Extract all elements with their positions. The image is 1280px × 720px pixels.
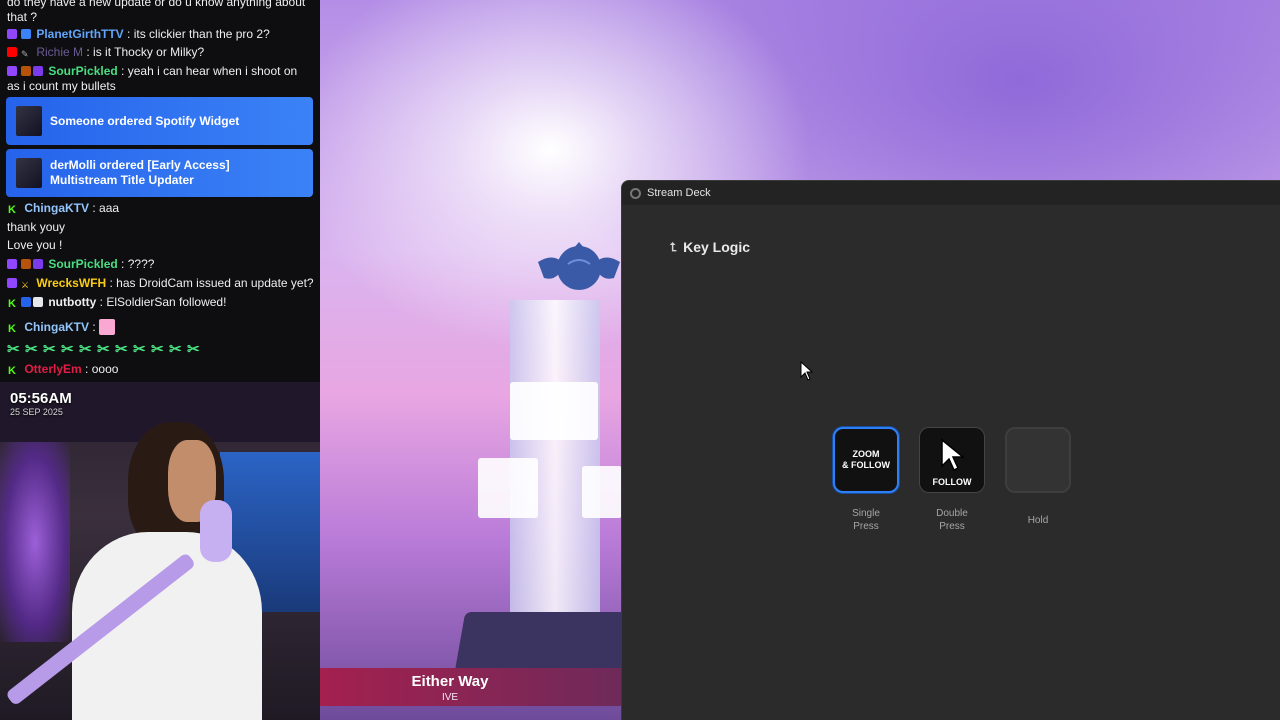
floating-panel: [582, 466, 622, 518]
event-thumbnail: [16, 158, 42, 188]
chat-message: PlanetGirthTTV : its clickier than the p…: [7, 27, 313, 42]
emote-icon: ✂: [7, 341, 20, 358]
moderator-badge-icon: [21, 297, 31, 307]
kick-icon: K: [7, 323, 17, 335]
badge-icon: [21, 66, 31, 76]
emote-icon: ✂: [133, 341, 146, 358]
single-press-key[interactable]: ZOOM & FOLLOW: [833, 427, 899, 493]
event-text: Someone ordered Spotify Widget: [50, 114, 240, 128]
webcam-feed: 05:56AM 25 SEP 2025: [0, 382, 320, 720]
chat-message: do they have a new update or do u know a…: [7, 0, 313, 25]
chat-username[interactable]: ChingaKTV: [24, 320, 89, 334]
chat-username[interactable]: OtterlyEm: [24, 362, 81, 376]
twitch-icon: [7, 259, 17, 269]
giant-book: [454, 612, 636, 672]
chat-message: K nutbotty : ElSoldierSan followed!: [7, 295, 227, 310]
chat-username[interactable]: SourPickled: [48, 64, 117, 78]
badge-icon: [21, 259, 31, 269]
chat-message-text: ElSoldierSan followed!: [106, 295, 227, 309]
chat-message: K ChingaKTV : aaa: [7, 201, 120, 216]
emote-icon: ✂: [61, 341, 74, 358]
event-alert: derMolli ordered [Early Access] Multistr…: [6, 149, 313, 197]
twitch-icon: [7, 29, 17, 39]
emote-icon: ✂: [187, 341, 200, 358]
controller-icon: [33, 66, 43, 76]
back-label: Key Logic: [683, 239, 750, 255]
chat-message-text: has DroidCam issued an update yet?: [116, 276, 314, 290]
emote-icon: ✂: [151, 341, 164, 358]
chat-message: K ChingaKTV :: [7, 319, 313, 335]
chat-username[interactable]: nutbotty: [48, 295, 96, 309]
emote-icon: ✂: [79, 341, 92, 358]
chat-username[interactable]: Richie M: [36, 45, 83, 59]
double-press-label: Double Press: [936, 508, 968, 532]
person-icon: ⚔: [21, 280, 30, 290]
kick-icon: K: [7, 298, 17, 310]
chat-message-text: Love you !: [7, 238, 63, 252]
chat-username[interactable]: PlanetGirthTTV: [36, 27, 123, 41]
chat-message: SourPickled : yeah i can hear when i sho…: [7, 64, 298, 93]
floating-panel: [478, 458, 538, 518]
chat-message: K OtterlyEm : oooo: [7, 362, 119, 377]
double-press-key[interactable]: FOLLOW: [919, 427, 985, 493]
wrench-icon: ✎: [21, 49, 29, 59]
emote-row: ✂ ✂ ✂ ✂ ✂ ✂ ✂ ✂ ✂ ✂ ✂: [7, 341, 204, 358]
chat-message-text: aaa: [99, 201, 120, 215]
chat-panel: do they have a new update or do u know a…: [0, 0, 320, 382]
youtube-icon: [7, 47, 17, 57]
emote-icon: ✂: [97, 341, 110, 358]
mouse-pointer-icon: [941, 438, 966, 472]
chat-message-text: oooo: [91, 362, 119, 376]
chat-username[interactable]: WrecksWFH: [36, 276, 106, 290]
single-press-label: Single Press: [852, 508, 880, 532]
twitch-icon: [7, 278, 17, 288]
chat-username[interactable]: SourPickled: [48, 257, 117, 271]
event-alert: Someone ordered Spotify Widget: [6, 97, 313, 145]
chat-message-text: its clickier than the pro 2?: [133, 27, 270, 41]
hold-key[interactable]: [1005, 427, 1071, 493]
emote-icon: ✂: [169, 341, 182, 358]
purple-light: [0, 442, 70, 642]
event-thumbnail: [16, 106, 42, 136]
hold-label: Hold: [1027, 515, 1049, 526]
chat-username[interactable]: ChingaKTV: [24, 201, 89, 215]
chat-message-text: ????: [127, 257, 155, 271]
key-icon-text: ZOOM & FOLLOW: [842, 449, 890, 470]
window-titlebar[interactable]: Stream Deck: [622, 181, 1280, 205]
window-title: Stream Deck: [647, 187, 711, 199]
kick-icon: K: [7, 204, 17, 216]
emote-icon: ✂: [43, 341, 56, 358]
emote-icon: ✂: [115, 341, 128, 358]
chat-message: ⚔ WrecksWFH : has DroidCam issued an upd…: [7, 276, 314, 291]
back-button[interactable]: ⮤ Key Logic: [670, 239, 750, 255]
stream-deck-icon: [630, 187, 641, 199]
bot-badge-icon: [33, 297, 43, 307]
overlay-clock: 05:56AM: [10, 390, 72, 407]
chat-message: SourPickled : ????: [7, 257, 313, 272]
crest-emblem-icon: [538, 242, 620, 290]
emote-icon: [99, 319, 116, 335]
chat-message: ✎ Richie M : is it Thocky or Milky?: [7, 45, 313, 60]
song-title: Either Way: [411, 673, 489, 690]
floating-panel: [510, 382, 598, 440]
chat-message-text: do they have a new update or do u know a…: [7, 0, 306, 24]
event-text: derMolli ordered [Early Access] Multistr…: [50, 158, 230, 187]
chat-message: Love you !: [7, 238, 313, 253]
microphone-icon: [200, 500, 232, 562]
chat-message: thank youy: [7, 220, 313, 235]
controller-icon: [33, 259, 43, 269]
stream-deck-window: Stream Deck ⮤ Key Logic ZOOM & FOLLOW Sin…: [621, 180, 1280, 720]
overlay-date: 25 SEP 2025: [10, 407, 63, 417]
back-arrow-icon: ⮤: [670, 239, 678, 254]
chat-message-text: is it Thocky or Milky?: [93, 45, 205, 59]
kick-icon: K: [7, 365, 17, 377]
subscriber-badge-icon: [21, 29, 31, 39]
chat-message-text: thank youy: [7, 220, 66, 234]
key-icon-text: FOLLOW: [932, 477, 972, 487]
emote-icon: ✂: [25, 341, 38, 358]
mouse-cursor-icon: [800, 361, 814, 381]
twitch-icon: [7, 66, 17, 76]
song-artist: IVE: [441, 692, 459, 703]
